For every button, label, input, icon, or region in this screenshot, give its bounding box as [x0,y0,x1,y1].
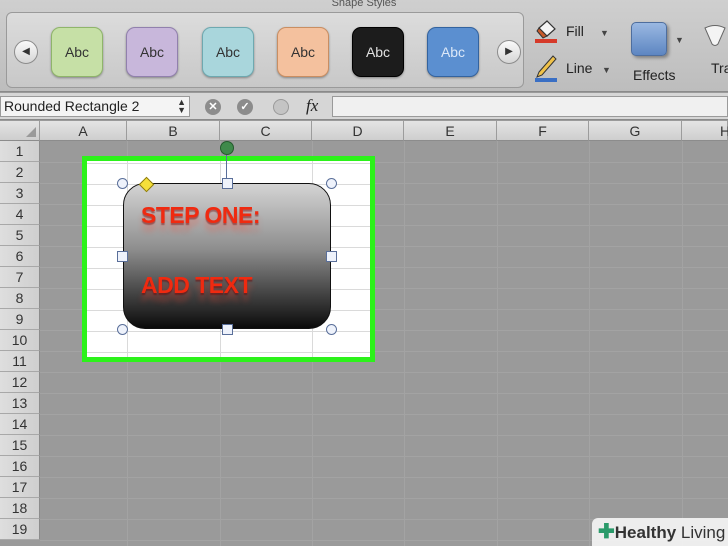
stepper-icon[interactable]: ▲ ▼ [177,98,186,115]
row-header[interactable]: 7 [0,267,40,288]
fill-label: Fill [566,23,584,39]
paint-bucket-icon [535,20,557,43]
row-header[interactable]: 8 [0,288,40,309]
shape-text-line-1: STEP ONE: [141,202,261,228]
plus-icon: ✚ [598,521,615,543]
rounded-rectangle-shape[interactable]: STEP ONE: ADD TEXT [123,183,331,329]
pen-icon [535,55,557,82]
grid-line [87,163,370,164]
column-header-f[interactable]: F [497,121,589,141]
grid-line [589,141,590,546]
row-header[interactable]: 18 [0,498,40,519]
line-label: Line [566,60,593,76]
row-header[interactable]: 6 [0,246,40,267]
watermark-suffix: Living [676,523,726,542]
resize-handle-bottom-right[interactable] [326,324,337,335]
ribbon: Shape Styles ◀ Abc Abc Abc Abc Abc Abc ▶… [0,0,728,92]
shape-style-swatch[interactable]: Abc [427,27,479,77]
fx-button[interactable]: fx [306,96,318,116]
row-header[interactable]: 17 [0,477,40,498]
row-header[interactable]: 9 [0,309,40,330]
function-wizard-button[interactable] [273,99,289,115]
row-header[interactable]: 5 [0,225,40,246]
row-header[interactable]: 10 [0,330,40,351]
row-header[interactable]: 2 [0,162,40,183]
rotate-handle[interactable] [220,141,234,155]
resize-handle-bottom-left[interactable] [117,324,128,335]
resize-handle-right[interactable] [326,251,337,262]
grid-line [40,414,728,415]
select-all-icon [26,127,36,137]
grid-line [497,141,498,546]
shape-text-line-2: ADD TEXT [141,272,253,298]
watermark-logo: ✚Healthy Living [592,518,728,546]
resize-handle-left[interactable] [117,251,128,262]
row-header[interactable]: 15 [0,435,40,456]
gallery-next-button[interactable]: ▶ [497,40,521,64]
grid-line [40,477,728,478]
ribbon-group-title: Shape Styles [331,0,397,9]
shape-style-swatch[interactable]: Abc [126,27,178,77]
grid-line [40,456,728,457]
formula-bar: Rounded Rectangle 2 ▲ ▼ ✕ ✓ fx [0,93,728,120]
grid-line [40,393,728,394]
row-header[interactable]: 4 [0,204,40,225]
grid-line [404,141,405,546]
enter-button[interactable]: ✓ [237,99,253,115]
column-header-b[interactable]: B [127,121,220,141]
shape-style-swatch[interactable]: Abc [277,27,329,77]
shape-style-swatch[interactable]: Abc [352,27,404,77]
shape-style-swatch[interactable]: Abc [51,27,103,77]
shape-styles-gallery: ◀ Abc Abc Abc Abc Abc Abc ▶ [6,12,524,88]
chevron-down-icon: ▼ [602,65,611,75]
row-header[interactable]: 1 [0,141,40,162]
column-header-a[interactable]: A [40,121,127,141]
fx-label: fx [306,96,319,115]
name-box-value: Rounded Rectangle 2 [4,98,140,114]
formula-input[interactable] [332,96,728,117]
check-icon: ✓ [240,101,250,113]
column-header-c[interactable]: C [220,121,312,141]
chevron-down-icon: ▼ [675,35,684,45]
triangle-left-icon: ◀ [22,46,30,57]
next-group-label: Tra [711,60,728,76]
resize-handle-top[interactable] [222,178,233,189]
triangle-right-icon: ▶ [505,46,513,57]
gallery-prev-button[interactable]: ◀ [14,40,38,64]
name-box[interactable]: Rounded Rectangle 2 ▲ ▼ [0,96,190,117]
resize-handle-top-left[interactable] [117,178,128,189]
grid-line [40,372,728,373]
row-header[interactable]: 19 [0,519,40,540]
column-header-d[interactable]: D [312,121,404,141]
select-all-corner[interactable] [0,121,40,141]
watermark-brand: Healthy [614,523,677,542]
grid-line [40,435,728,436]
text-effects-icon [704,25,726,46]
close-icon: ✕ [208,101,218,113]
shape-style-swatch[interactable]: Abc [202,27,254,77]
effects-label: Effects [633,67,676,83]
row-header[interactable]: 11 [0,351,40,372]
column-header-g[interactable]: G [589,121,682,141]
grid-line [87,352,370,353]
row-header[interactable]: 13 [0,393,40,414]
cancel-button[interactable]: ✕ [205,99,221,115]
row-header[interactable]: 3 [0,183,40,204]
column-header-h[interactable]: H [682,121,728,141]
grid-line [40,498,728,499]
row-header[interactable]: 14 [0,414,40,435]
row-header[interactable]: 16 [0,456,40,477]
grid-line [682,141,683,546]
column-header-e[interactable]: E [404,121,497,141]
effects-icon [631,22,667,56]
chevron-down-icon: ▼ [600,28,609,38]
resize-handle-bottom[interactable] [222,324,233,335]
row-header[interactable]: 12 [0,372,40,393]
resize-handle-top-right[interactable] [326,178,337,189]
